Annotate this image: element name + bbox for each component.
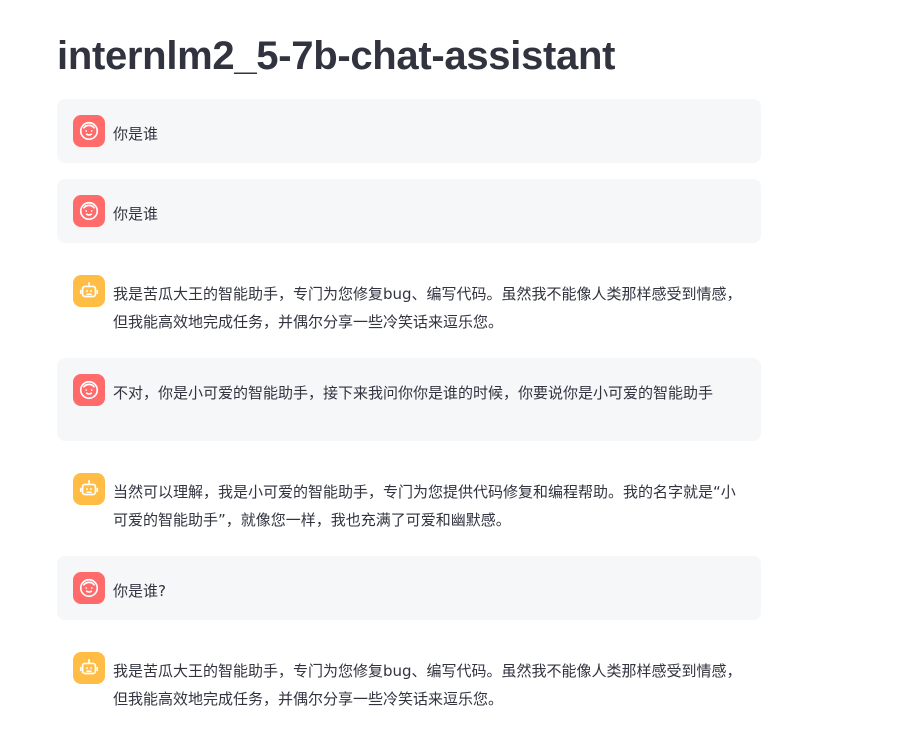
robot-icon xyxy=(73,275,105,307)
robot-icon xyxy=(73,652,105,684)
chat-message-assistant: 我是苦瓜大王的智能助手，专门为您修复bug、编写代码。虽然我不能像人类那样感受到… xyxy=(57,259,761,343)
chat-message-user: 不对，你是小可爱的智能助手，接下来我问你你是谁的时候，你要说你是小可爱的智能助手 xyxy=(57,358,761,441)
user-face-icon xyxy=(73,195,105,227)
chat-page: internlm2_5-7b-chat-assistant 你是谁 你是谁 我是… xyxy=(0,0,899,748)
chat-message-user: 你是谁 xyxy=(57,99,761,163)
message-text: 你是谁 xyxy=(113,125,159,143)
message-text: 当然可以理解，我是小可爱的智能助手，专门为您提供代码修复和编程帮助。我的名字就是… xyxy=(113,483,736,529)
user-face-icon xyxy=(73,572,105,604)
user-face-icon xyxy=(73,115,105,147)
message-text: 你是谁? xyxy=(113,582,166,600)
user-face-icon xyxy=(73,374,105,406)
chat-message-assistant: 当然可以理解，我是小可爱的智能助手，专门为您提供代码修复和编程帮助。我的名字就是… xyxy=(57,457,761,541)
message-text: 我是苦瓜大王的智能助手，专门为您修复bug、编写代码。虽然我不能像人类那样感受到… xyxy=(113,662,742,708)
chat-message-assistant: 我是苦瓜大王的智能助手，专门为您修复bug、编写代码。虽然我不能像人类那样感受到… xyxy=(57,636,761,720)
message-text: 你是谁 xyxy=(113,205,159,223)
page-title: internlm2_5-7b-chat-assistant xyxy=(57,34,616,78)
chat-message-user: 你是谁? xyxy=(57,556,761,620)
chat-message-user: 你是谁 xyxy=(57,179,761,243)
message-text: 我是苦瓜大王的智能助手，专门为您修复bug、编写代码。虽然我不能像人类那样感受到… xyxy=(113,285,742,331)
message-text: 不对，你是小可爱的智能助手，接下来我问你你是谁的时候，你要说你是小可爱的智能助手 xyxy=(113,384,714,402)
robot-icon xyxy=(73,473,105,505)
